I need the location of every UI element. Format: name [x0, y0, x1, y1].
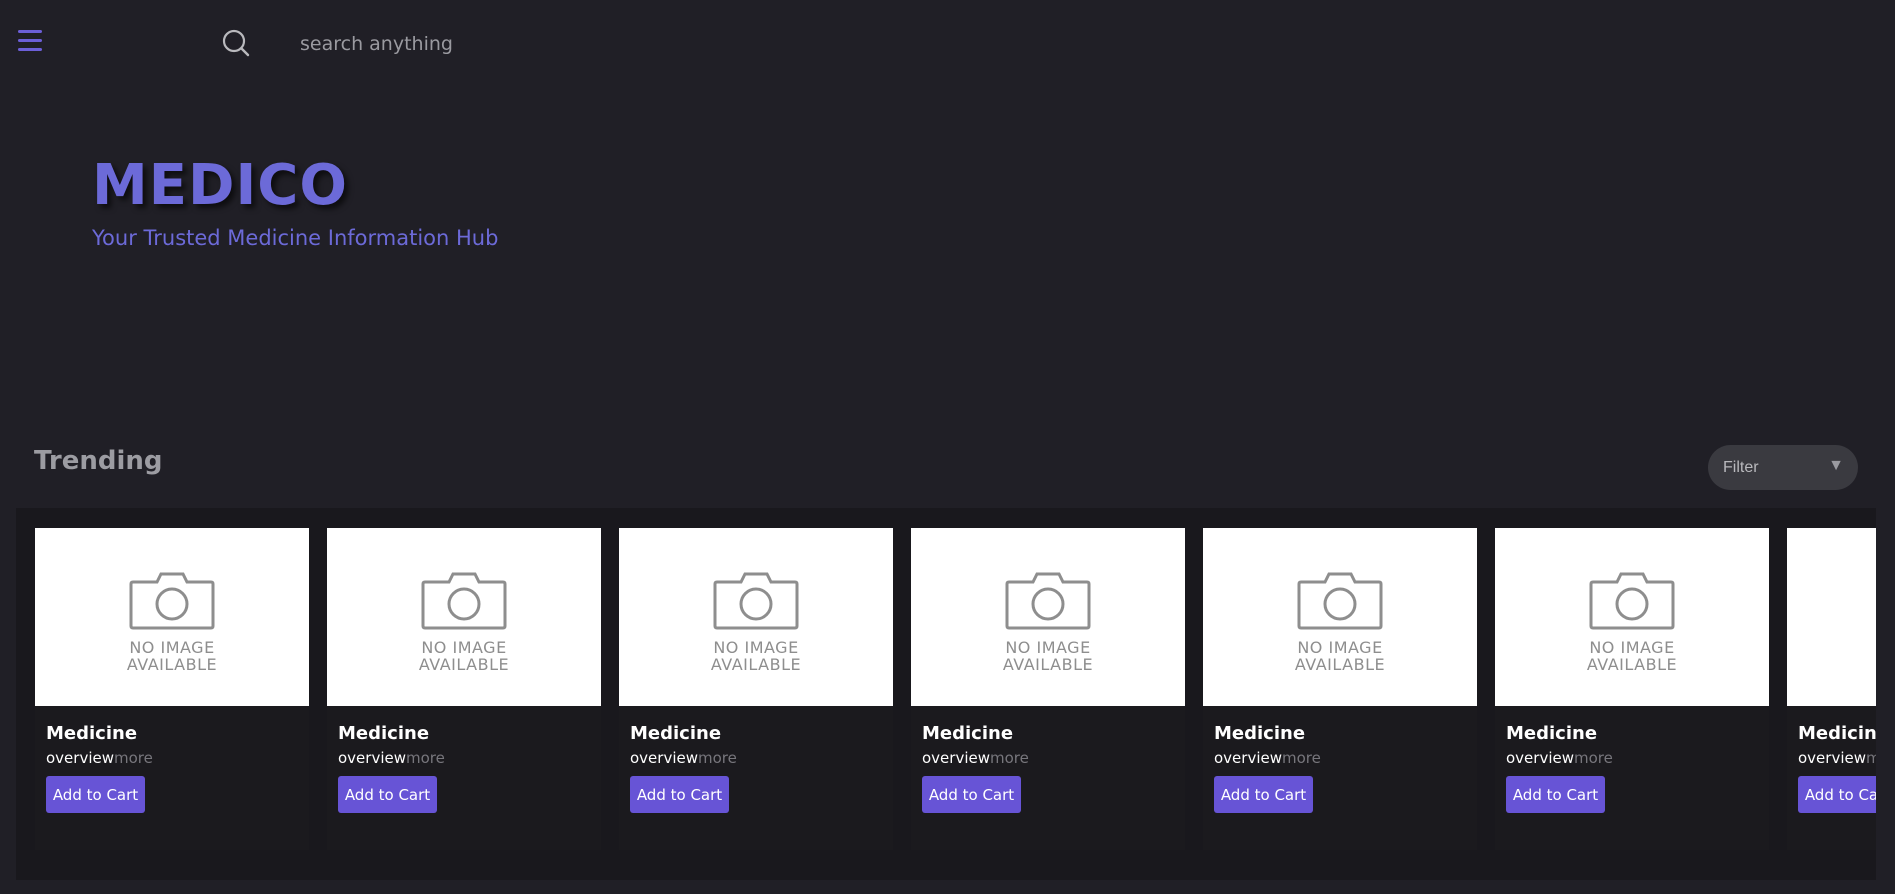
product-card[interactable]: NO IMAGE AVAILABLE Medicine overviewmore…: [1495, 528, 1769, 850]
hero: MEDICO Your Trusted Medicine Information…: [92, 153, 499, 251]
add-to-cart-button[interactable]: Add to Cart: [1798, 776, 1876, 813]
product-card[interactable]: NO IMAGE AVAILABLE Medicine overviewmore…: [619, 528, 893, 850]
product-links: overviewmore: [1214, 749, 1321, 767]
product-name: Medicine: [922, 723, 1014, 744]
overview-link[interactable]: overview: [46, 749, 114, 767]
add-to-cart-button[interactable]: Add to Cart: [338, 776, 437, 813]
product-name: Medicine: [46, 723, 138, 744]
product-image: NO IMAGE AVAILABLE: [911, 528, 1185, 706]
overview-link[interactable]: overview: [1506, 749, 1574, 767]
hamburger-menu-icon[interactable]: [18, 30, 42, 52]
product-card[interactable]: NO IMAGE AVAILABLE Medicine overviewmore…: [1787, 528, 1876, 850]
camera-icon: [1589, 572, 1675, 630]
product-name: Medicine: [1214, 723, 1306, 744]
product-card[interactable]: NO IMAGE AVAILABLE Medicine overviewmore…: [327, 528, 601, 850]
product-image: NO IMAGE AVAILABLE: [1787, 528, 1876, 706]
product-image: NO IMAGE AVAILABLE: [327, 528, 601, 706]
product-name: Medicine: [338, 723, 430, 744]
no-image-line2: AVAILABLE: [1002, 655, 1094, 674]
filter-label: Filter: [1723, 459, 1759, 476]
more-link[interactable]: more: [698, 749, 737, 767]
camera-icon: [129, 572, 215, 630]
product-card[interactable]: NO IMAGE AVAILABLE Medicine overviewmore…: [911, 528, 1185, 850]
add-to-cart-button[interactable]: Add to Cart: [1214, 776, 1313, 813]
camera-icon: [1297, 572, 1383, 630]
camera-icon: [1005, 572, 1091, 630]
more-link[interactable]: more: [406, 749, 445, 767]
top-bar: [0, 0, 1895, 86]
overview-link[interactable]: overview: [1798, 749, 1866, 767]
brand-title: MEDICO: [92, 153, 349, 218]
product-name: Medicine: [1506, 723, 1598, 744]
product-links: overviewmore: [922, 749, 1029, 767]
add-to-cart-button[interactable]: Add to Cart: [1506, 776, 1605, 813]
brand-tagline: Your Trusted Medicine Information Hub: [92, 226, 499, 250]
product-image: NO IMAGE AVAILABLE: [1203, 528, 1477, 706]
caret-down-icon: ▼: [1828, 457, 1844, 474]
search-icon[interactable]: [222, 29, 250, 57]
trending-title: Trending: [34, 446, 163, 476]
more-link[interactable]: more: [114, 749, 153, 767]
product-card[interactable]: NO IMAGE AVAILABLE Medicine overviewmore…: [35, 528, 309, 850]
add-to-cart-button[interactable]: Add to Cart: [46, 776, 145, 813]
product-links: overviewmore: [630, 749, 737, 767]
camera-icon: [713, 572, 799, 630]
add-to-cart-button[interactable]: Add to Cart: [630, 776, 729, 813]
product-links: overviewmore: [1506, 749, 1613, 767]
overview-link[interactable]: overview: [922, 749, 990, 767]
no-image-line2: AVAILABLE: [710, 655, 802, 674]
search-input[interactable]: [298, 26, 702, 62]
product-image: NO IMAGE AVAILABLE: [1495, 528, 1769, 706]
product-links: overviewmore: [46, 749, 153, 767]
more-link[interactable]: more: [1866, 749, 1876, 767]
trending-carousel[interactable]: NO IMAGE AVAILABLE Medicine overviewmore…: [16, 508, 1876, 880]
product-name: Medicine: [630, 723, 722, 744]
no-image-line2: AVAILABLE: [1294, 655, 1386, 674]
no-image-line2: AVAILABLE: [418, 655, 510, 674]
no-image-line2: AVAILABLE: [1586, 655, 1678, 674]
product-links: overviewmore: [1798, 749, 1876, 767]
filter-select[interactable]: Filter ▼: [1708, 445, 1858, 490]
overview-link[interactable]: overview: [1214, 749, 1282, 767]
product-links: overviewmore: [338, 749, 445, 767]
camera-icon: [421, 572, 507, 630]
no-image-line2: AVAILABLE: [126, 655, 218, 674]
more-link[interactable]: more: [990, 749, 1029, 767]
product-image: NO IMAGE AVAILABLE: [619, 528, 893, 706]
more-link[interactable]: more: [1574, 749, 1613, 767]
product-image: NO IMAGE AVAILABLE: [35, 528, 309, 706]
overview-link[interactable]: overview: [630, 749, 698, 767]
no-image-line2: AVAILABLE: [1787, 655, 1876, 674]
product-name: Medicine: [1798, 723, 1876, 744]
more-link[interactable]: more: [1282, 749, 1321, 767]
add-to-cart-button[interactable]: Add to Cart: [922, 776, 1021, 813]
product-card[interactable]: NO IMAGE AVAILABLE Medicine overviewmore…: [1203, 528, 1477, 850]
overview-link[interactable]: overview: [338, 749, 406, 767]
